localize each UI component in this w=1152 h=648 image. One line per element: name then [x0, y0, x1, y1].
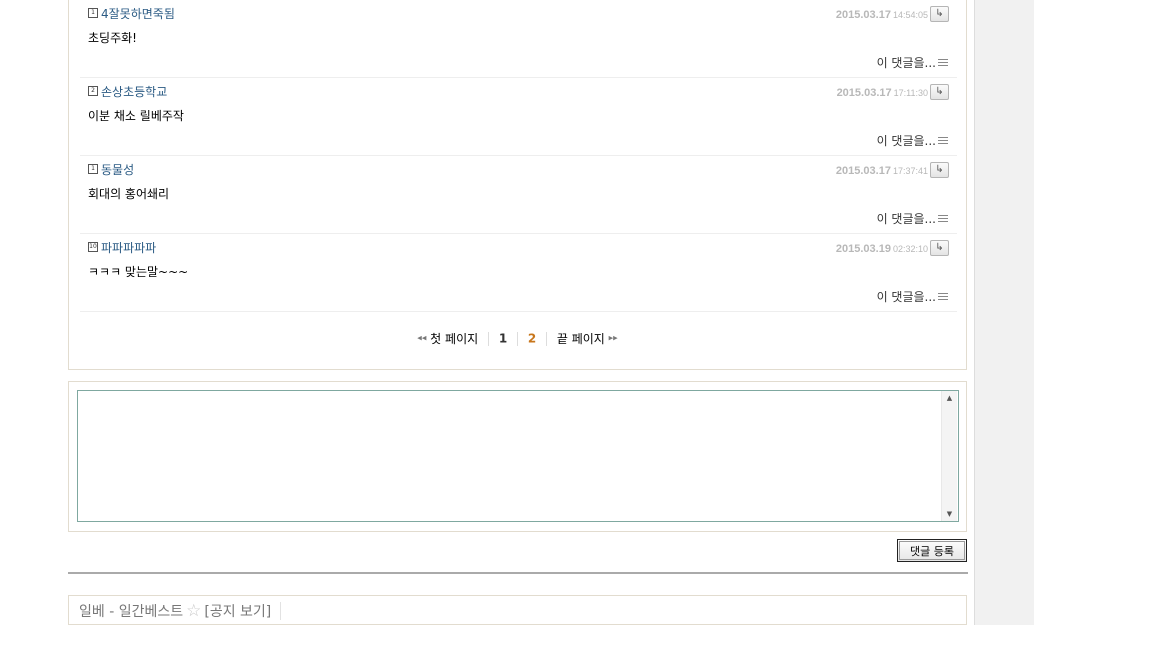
- comment-author[interactable]: 동물성: [101, 161, 134, 178]
- page-link-1[interactable]: 1: [499, 332, 507, 346]
- comment-list: 1 4잘못하면죽됨 2015.03.17 14:54:05 ↳ 초딩주화! 이 댓…: [68, 0, 967, 370]
- divider: [280, 602, 282, 620]
- level-icon: 2: [88, 86, 98, 96]
- double-left-arrow-icon: ◂◂: [417, 333, 427, 344]
- comment-item: 2 손상초등학교 2015.03.17 17:11:30 ↳ 이분 채소 릴베주작…: [80, 78, 957, 156]
- comment-text: 이분 채소 릴베주작: [88, 109, 184, 123]
- reply-button[interactable]: ↳: [930, 162, 949, 178]
- memo-icon: [937, 57, 949, 69]
- comment-item: 1 4잘못하면죽됨 2015.03.17 14:54:05 ↳ 초딩주화! 이 댓…: [80, 0, 957, 78]
- first-page-link[interactable]: 첫 페이지: [430, 332, 478, 346]
- comment-action[interactable]: 이 댓글을...: [877, 132, 949, 149]
- comment-text: ㅋㅋㅋ 맞는말~~~: [88, 265, 189, 279]
- comment-action-label: 이 댓글을...: [876, 134, 936, 148]
- comment-text: 초딩주화!: [88, 31, 137, 45]
- reply-arrow-icon: ↳: [935, 242, 944, 253]
- reply-button[interactable]: ↳: [930, 240, 949, 256]
- reply-arrow-icon: ↳: [935, 8, 944, 19]
- star-icon[interactable]: ☆: [186, 601, 201, 621]
- comment-item: 10 파파파파파 2015.03.19 02:32:10 ↳ ㅋㅋㅋ 맞는말~~~…: [80, 234, 957, 312]
- reply-button[interactable]: ↳: [930, 84, 949, 100]
- divider: [546, 331, 548, 346]
- reply-arrow-icon: ↳: [935, 86, 944, 97]
- right-gutter: [974, 0, 1034, 625]
- scroll-down-arrow-icon[interactable]: ▼: [942, 507, 957, 521]
- comment-date: 2015.03.17 17:37:41: [835, 165, 928, 177]
- level-icon: 1: [88, 8, 98, 18]
- comment-action-label: 이 댓글을...: [876, 56, 936, 70]
- comment-date: 2015.03.19 02:32:10: [835, 243, 928, 255]
- divider: [487, 331, 489, 346]
- comment-date: 2015.03.17 14:54:05: [835, 9, 928, 21]
- divider: [68, 572, 968, 574]
- pagination: ◂◂ 첫 페이지 1 2 끝 페이지 ▸▸: [69, 330, 966, 347]
- comment-text: 회대의 홍어쇄리: [88, 187, 170, 201]
- comment-action[interactable]: 이 댓글을...: [877, 210, 949, 227]
- reply-button[interactable]: ↳: [930, 6, 949, 22]
- comment-date: 2015.03.17 17:11:30: [836, 87, 928, 99]
- comment-author[interactable]: 손상초등학교: [101, 83, 167, 100]
- double-right-arrow-icon: ▸▸: [608, 333, 618, 344]
- level-icon: 1: [88, 164, 98, 174]
- comment-author[interactable]: 파파파파파: [101, 239, 156, 256]
- memo-icon: [937, 213, 949, 225]
- notice-link[interactable]: [공지 보기]: [204, 601, 271, 621]
- submit-comment-button[interactable]: 댓글 등록: [897, 539, 967, 562]
- comment-action[interactable]: 이 댓글을...: [877, 54, 949, 71]
- divider: [517, 331, 518, 346]
- board-header: 일베 - 일간베스트 ☆ [공지 보기]: [68, 595, 967, 625]
- scrollbar[interactable]: ▲ ▼: [941, 391, 957, 521]
- comment-action-label: 이 댓글을...: [876, 290, 936, 304]
- page-link-2-current[interactable]: 2: [528, 332, 536, 346]
- comment-item: 1 동물성 2015.03.17 17:37:41 ↳ 회대의 홍어쇄리 이 댓글…: [80, 156, 957, 234]
- level-icon: 10: [88, 242, 98, 252]
- memo-icon: [937, 135, 949, 147]
- comment-action-label: 이 댓글을...: [876, 212, 936, 226]
- comment-action[interactable]: 이 댓글을...: [877, 288, 949, 305]
- comment-author[interactable]: 4잘못하면죽됨: [101, 5, 175, 22]
- memo-icon: [937, 291, 949, 303]
- board-title[interactable]: 일베 - 일간베스트: [79, 601, 183, 621]
- last-page-link[interactable]: 끝 페이지: [557, 332, 605, 346]
- reply-arrow-icon: ↳: [935, 164, 944, 175]
- comment-write-box: ▲ ▼: [68, 381, 967, 532]
- scroll-up-arrow-icon[interactable]: ▲: [942, 391, 957, 405]
- comment-input[interactable]: [77, 390, 959, 522]
